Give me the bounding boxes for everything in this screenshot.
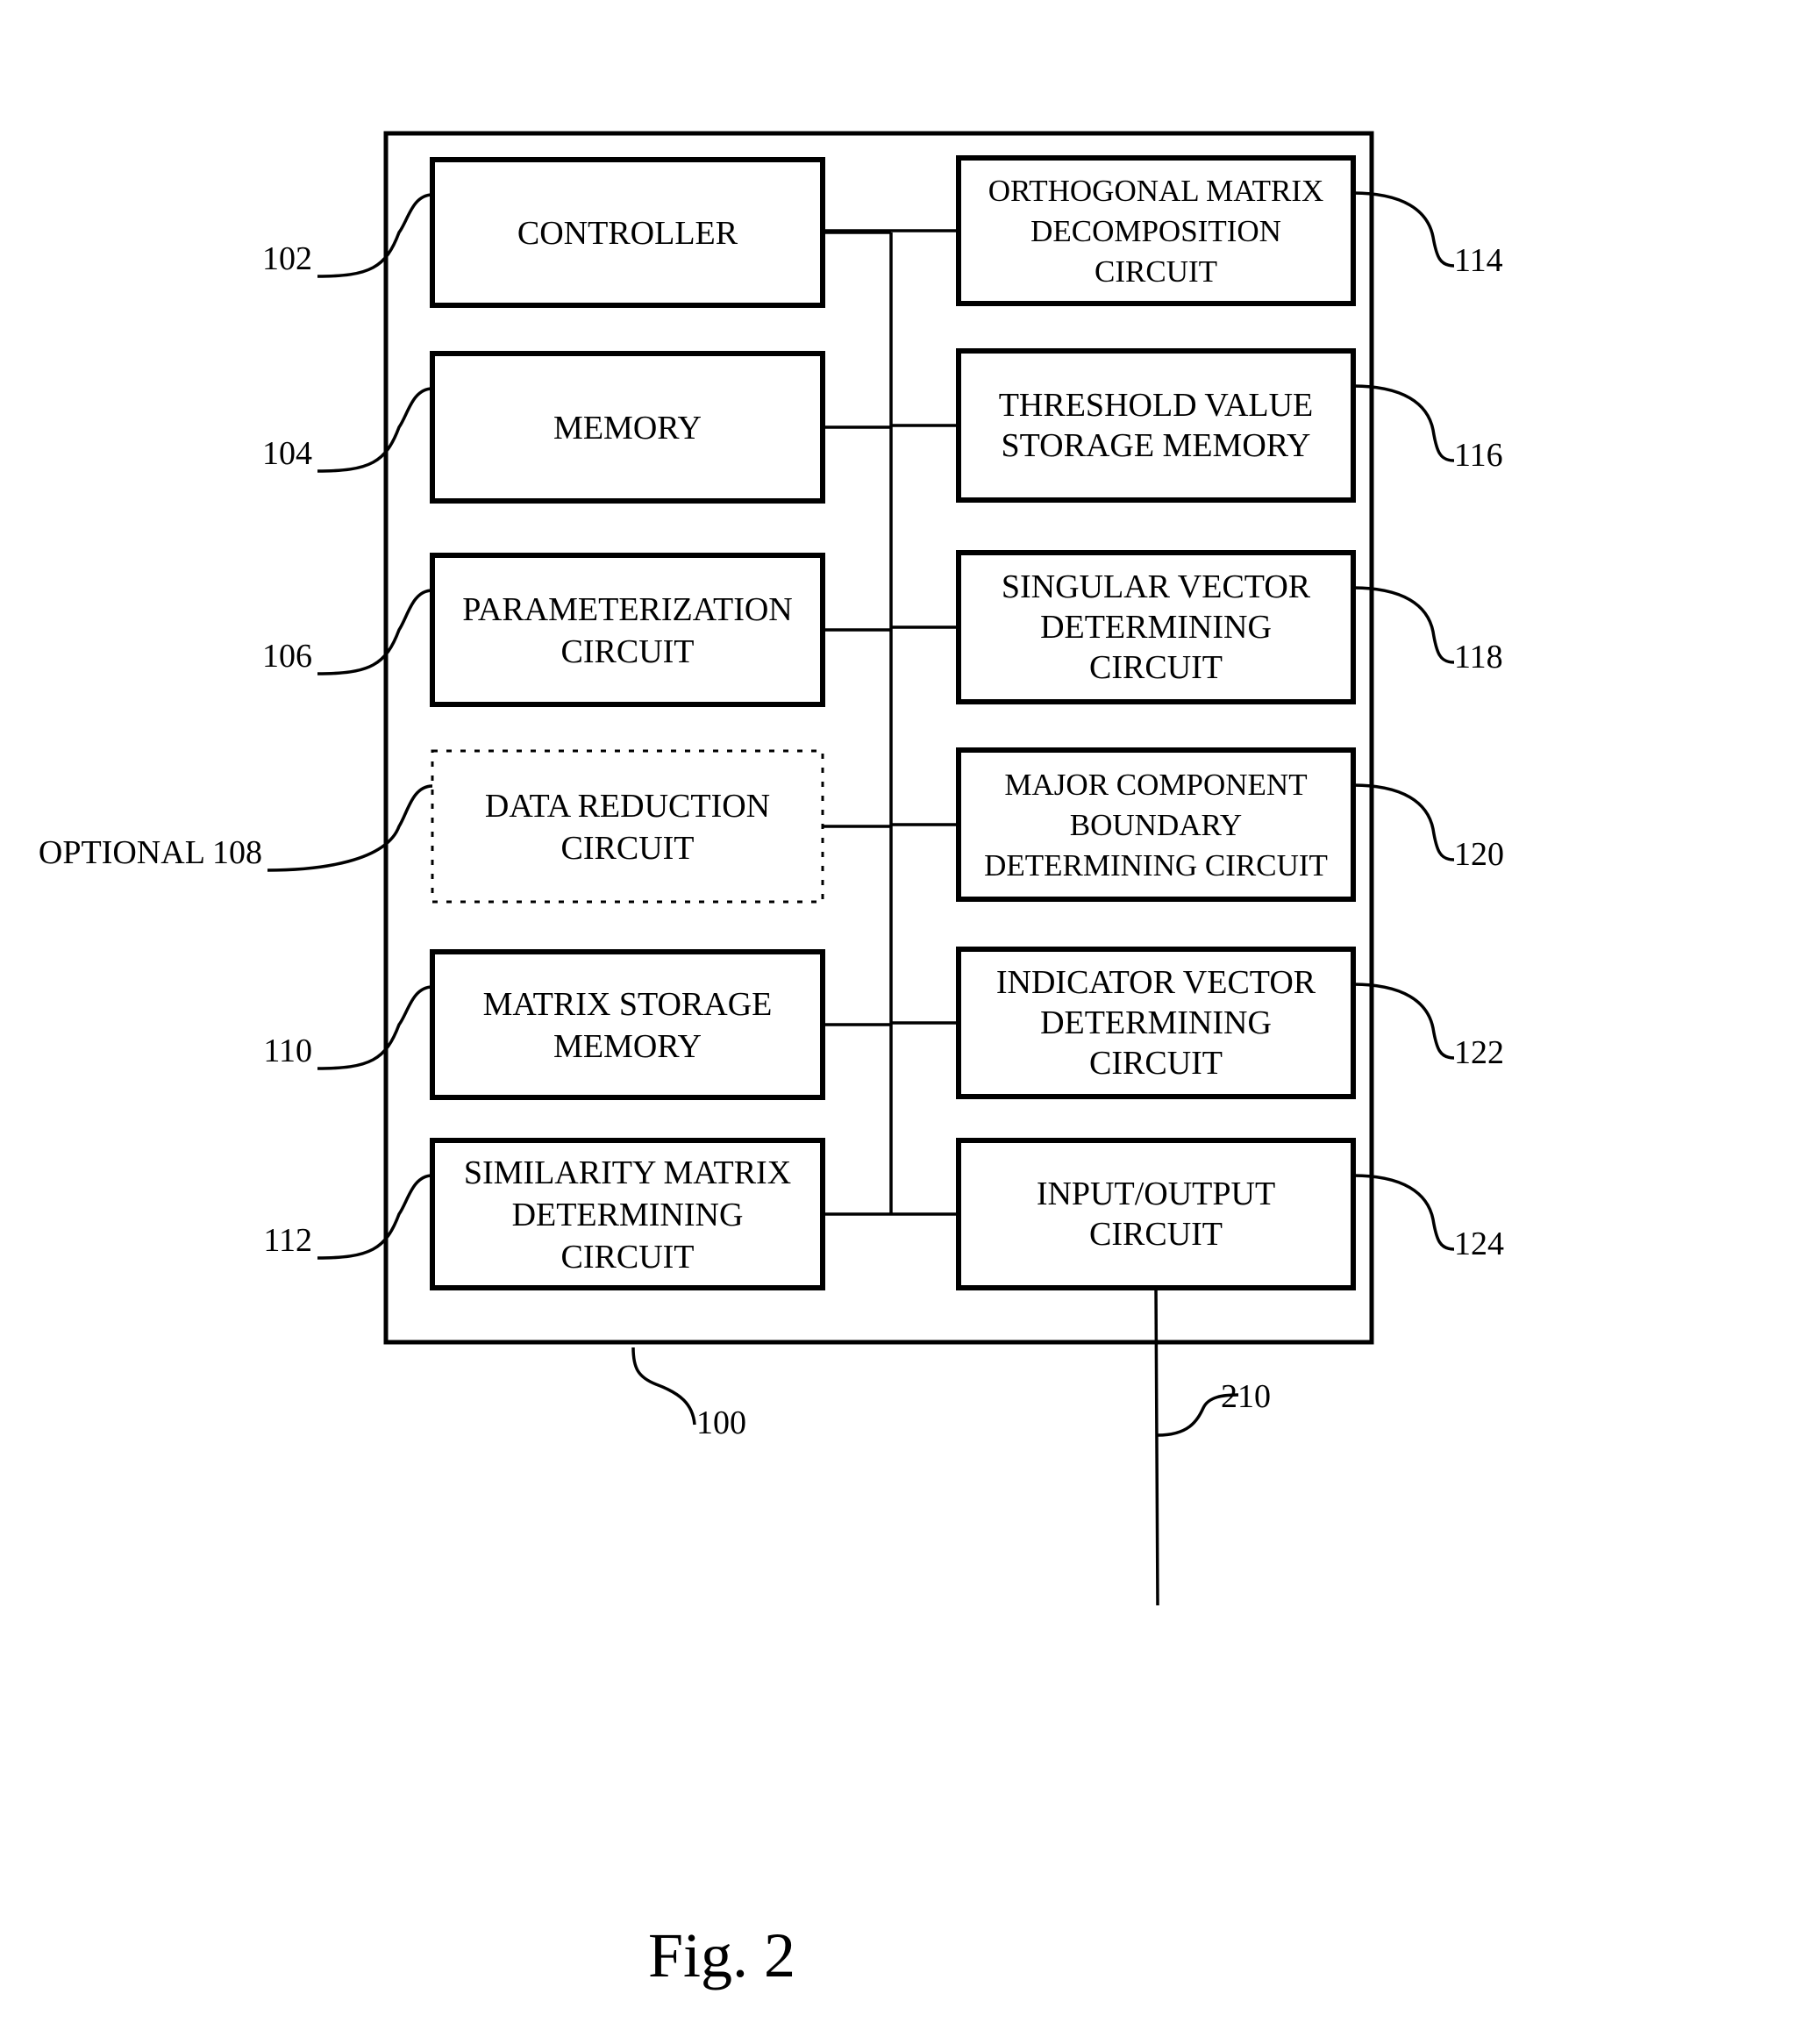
figure-caption: Fig. 2 <box>648 1920 795 1990</box>
external-io-line <box>1154 1285 1159 1606</box>
ref-104: 104 <box>262 435 312 472</box>
threshold-value-storage-memory-box <box>956 348 1356 503</box>
indicator-vector-determining-circuit-label-line: CIRCUIT <box>1089 1045 1223 1082</box>
singular-vector-determining-circuit-label-line: DETERMINING <box>1040 609 1272 646</box>
ref-106: 106 <box>262 638 312 675</box>
ref-110: 110 <box>263 1033 312 1069</box>
ref-122: 122 <box>1454 1034 1504 1071</box>
singular-vector-determining-circuit-label-line: CIRCUIT <box>1089 649 1223 686</box>
similarity-matrix-determining-circuit-label-line: DETERMINING <box>512 1197 744 1233</box>
similarity-matrix-determining-circuit-label-line: SIMILARITY MATRIX <box>464 1154 791 1191</box>
similarity-matrix-determining-circuit-label-line: CIRCUIT <box>561 1239 695 1276</box>
major-component-boundary-determining-circuit-label-line: MAJOR COMPONENT <box>1004 768 1307 802</box>
ref-118: 118 <box>1454 639 1503 675</box>
major-component-boundary-determining-circuit-label-line: BOUNDARY <box>1070 808 1242 842</box>
controller-label-line: CONTROLLER <box>517 215 738 252</box>
threshold-value-storage-memory-label-line: STORAGE MEMORY <box>1002 427 1311 464</box>
indicator-vector-determining-circuit-label-line: DETERMINING <box>1040 1004 1272 1041</box>
data-reduction-circuit-label-line: DATA REDUCTION <box>485 788 770 825</box>
ref-124: 124 <box>1454 1226 1504 1262</box>
ref-116: 116 <box>1454 437 1503 474</box>
ref-100: 100 <box>696 1404 746 1441</box>
orthogonal-matrix-decomposition-circuit-label-line: DECOMPOSITION <box>1030 214 1281 248</box>
threshold-value-storage-memory-label-line: THRESHOLD VALUE <box>999 387 1314 424</box>
block-diagram: 210 100 CONTROLLER 102 MEMORY 104 PARAMETERI… <box>0 0 1797 2044</box>
ref-120: 120 <box>1454 836 1504 873</box>
input-output-circuit-box <box>956 1138 1356 1290</box>
singular-vector-determining-circuit-label-line: SINGULAR VECTOR <box>1002 568 1311 605</box>
orthogonal-matrix-decomposition-circuit-label-line: ORTHOGONAL MATRIX <box>988 174 1324 208</box>
memory-label-line: MEMORY <box>553 410 702 447</box>
parameterization-circuit-label-line: PARAMETERIZATION <box>462 591 793 628</box>
indicator-vector-determining-circuit-label-line: INDICATOR VECTOR <box>996 964 1316 1001</box>
data-reduction-circuit-label-line: CIRCUIT <box>561 830 695 867</box>
ref-112: 112 <box>263 1222 312 1259</box>
ref-114: 114 <box>1454 242 1503 279</box>
matrix-storage-memory-label-line: MATRIX STORAGE <box>483 986 773 1023</box>
data-reduction-circuit-box <box>431 749 824 904</box>
matrix-storage-memory-label-line: MEMORY <box>553 1028 702 1065</box>
orthogonal-matrix-decomposition-circuit-label-line: CIRCUIT <box>1095 254 1217 289</box>
input-output-circuit-label-line: CIRCUIT <box>1089 1216 1223 1253</box>
matrix-storage-memory-box <box>430 949 825 1100</box>
ref-210: 210 <box>1221 1378 1271 1415</box>
parameterization-circuit-label-line: CIRCUIT <box>561 633 695 670</box>
parameterization-circuit-box <box>430 553 825 707</box>
ref-102: 102 <box>262 240 312 277</box>
input-output-circuit-label-line: INPUT/OUTPUT <box>1037 1176 1275 1212</box>
ref-optional-108: OPTIONAL 108 <box>39 834 262 871</box>
major-component-boundary-determining-circuit-label-line: DETERMINING CIRCUIT <box>984 848 1328 883</box>
